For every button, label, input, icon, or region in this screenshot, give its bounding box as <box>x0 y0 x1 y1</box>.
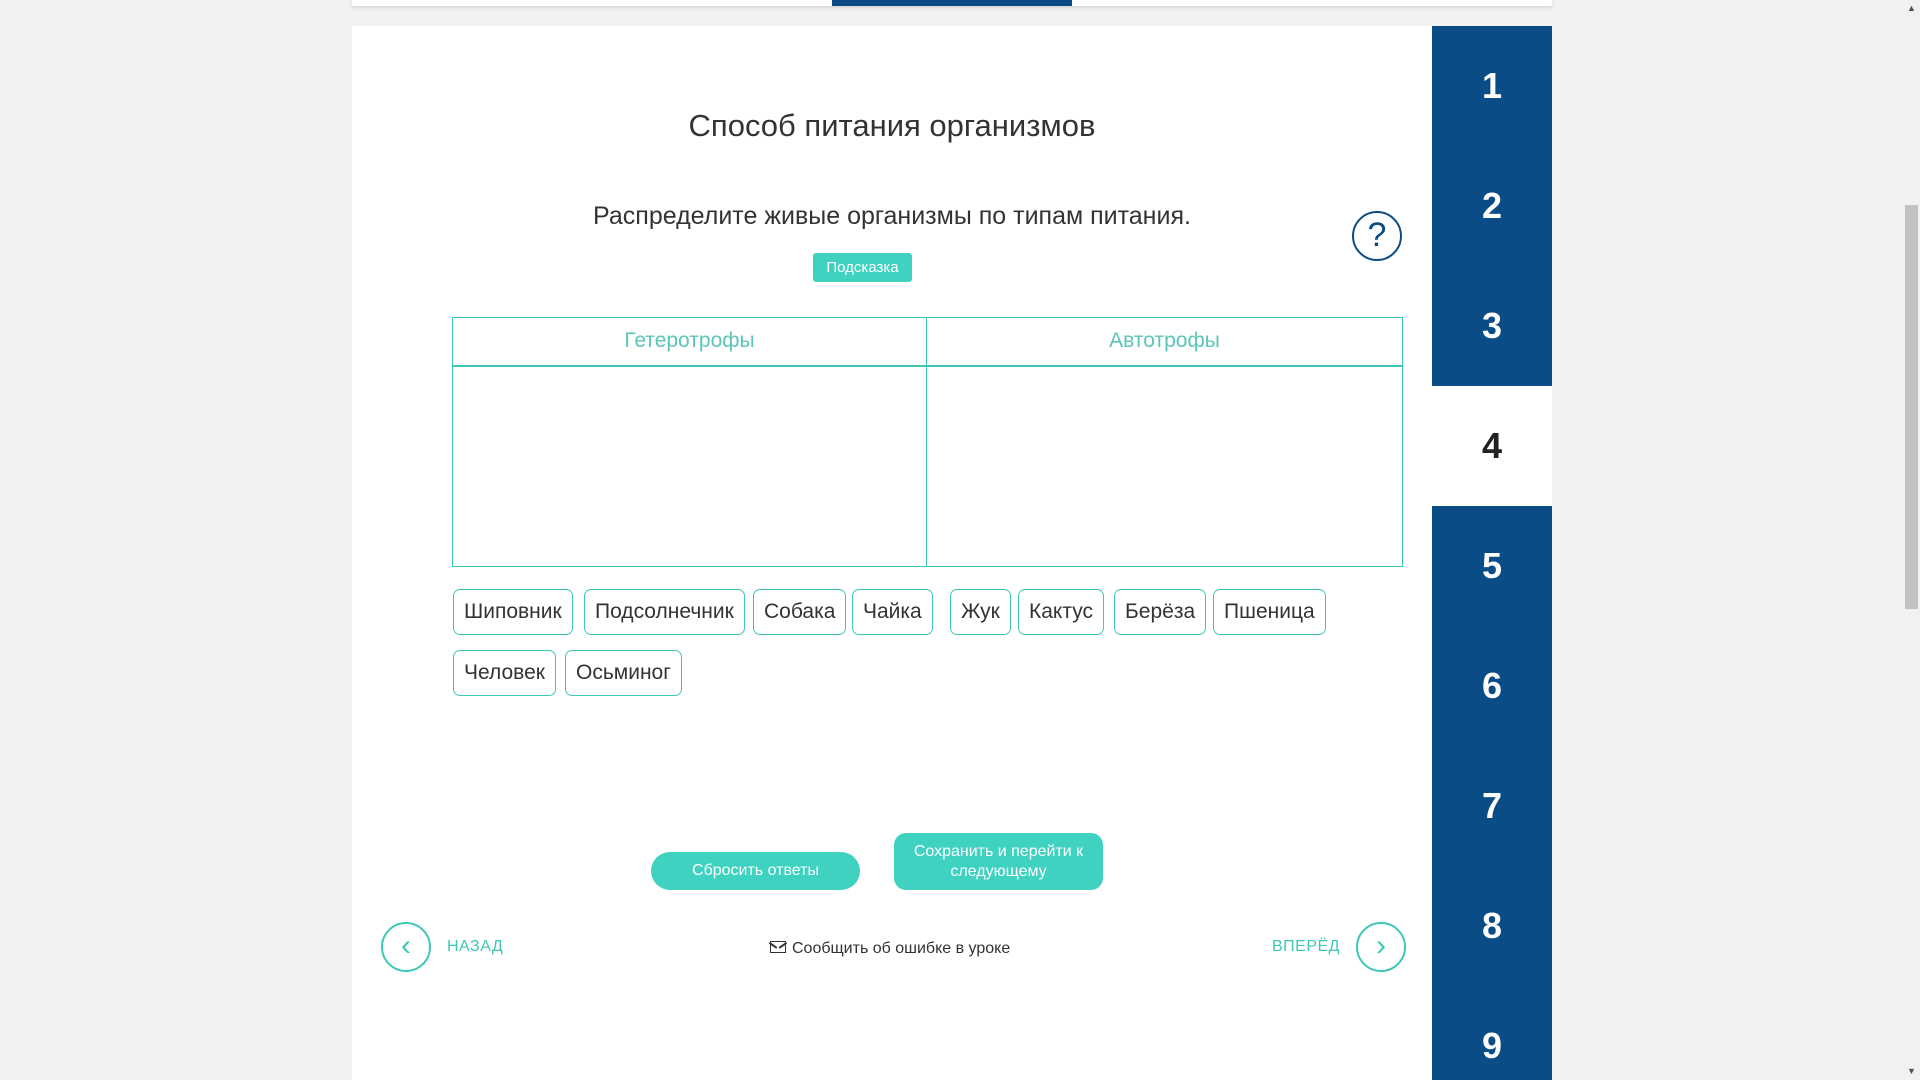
step-item[interactable]: 1 <box>1432 26 1552 146</box>
step-item[interactable]: 5 <box>1432 506 1552 626</box>
hint-button[interactable]: Подсказка <box>813 253 912 282</box>
organism-chip[interactable]: Жук <box>950 589 1011 635</box>
chevron-right-icon[interactable]: › <box>1356 922 1406 972</box>
page-scrollbar[interactable]: ▲ ▼ <box>1903 0 1920 1080</box>
organism-chip[interactable]: Подсолнечник <box>584 589 745 635</box>
organism-chip[interactable]: Осьминог <box>565 650 682 696</box>
column-header: Гетеротрофы <box>453 318 926 367</box>
organism-chip[interactable]: Шиповник <box>453 589 573 635</box>
step-item[interactable]: 2 <box>1432 146 1552 266</box>
organism-chip[interactable]: Чайка <box>852 589 933 635</box>
column-autotrophs: Автотрофы <box>927 318 1402 566</box>
step-item[interactable]: 9 <box>1432 986 1552 1080</box>
report-error-link[interactable]: Сообщить об ошибке в уроке <box>770 940 1030 962</box>
drop-zone-autotrophs[interactable] <box>927 367 1402 565</box>
column-header: Автотрофы <box>927 318 1402 367</box>
step-item[interactable]: 3 <box>1432 266 1552 386</box>
scroll-up-icon[interactable]: ▲ <box>1903 0 1920 17</box>
active-tab-indicator[interactable] <box>832 0 1072 6</box>
organism-chip[interactable]: Берёза <box>1114 589 1207 635</box>
distribution-table: Гетеротрофы Автотрофы <box>452 317 1403 567</box>
organism-chip[interactable]: Человек <box>453 650 556 696</box>
help-question-icon[interactable]: ? <box>1352 211 1402 261</box>
back-label[interactable]: НАЗАД <box>447 938 503 956</box>
lesson-title: Способ питания организмов <box>688 108 1096 143</box>
step-item[interactable]: 8 <box>1432 866 1552 986</box>
back-nav[interactable]: ‹ НАЗАД <box>381 922 531 972</box>
lesson-card: Способ питания организмов Распределите ж… <box>352 26 1432 1080</box>
scrollbar-thumb[interactable] <box>1905 205 1918 609</box>
task-instruction: Распределите живые организмы по типам пи… <box>593 202 1191 230</box>
step-item[interactable]: 7 <box>1432 746 1552 866</box>
save-and-next-button[interactable]: Сохранить и перейти к следующему <box>894 833 1103 890</box>
scroll-down-icon[interactable]: ▼ <box>1903 1063 1920 1080</box>
forward-nav[interactable]: ВПЕРЁД › <box>1272 922 1406 972</box>
step-item-active[interactable]: 4 <box>1432 386 1552 506</box>
organism-chip[interactable]: Пшеница <box>1213 589 1326 635</box>
step-item[interactable]: 6 <box>1432 626 1552 746</box>
top-tab-strip <box>352 0 1552 6</box>
report-error-label[interactable]: Сообщить об ошибке в уроке <box>792 940 1010 957</box>
organism-chip[interactable]: Собака <box>753 589 847 635</box>
reset-answers-button[interactable]: Сбросить ответы <box>651 852 860 890</box>
chevron-left-icon[interactable]: ‹ <box>381 922 431 972</box>
forward-label[interactable]: ВПЕРЁД <box>1272 938 1340 956</box>
column-heterotrophs: Гетеротрофы <box>453 318 927 566</box>
page: Способ питания организмов Распределите ж… <box>0 0 1920 1080</box>
organism-chip[interactable]: Кактус <box>1018 589 1104 635</box>
drop-zone-heterotrophs[interactable] <box>453 367 926 565</box>
step-sidebar: 1 2 3 4 5 6 7 8 9 <box>1432 26 1552 1080</box>
mail-icon <box>770 940 786 953</box>
